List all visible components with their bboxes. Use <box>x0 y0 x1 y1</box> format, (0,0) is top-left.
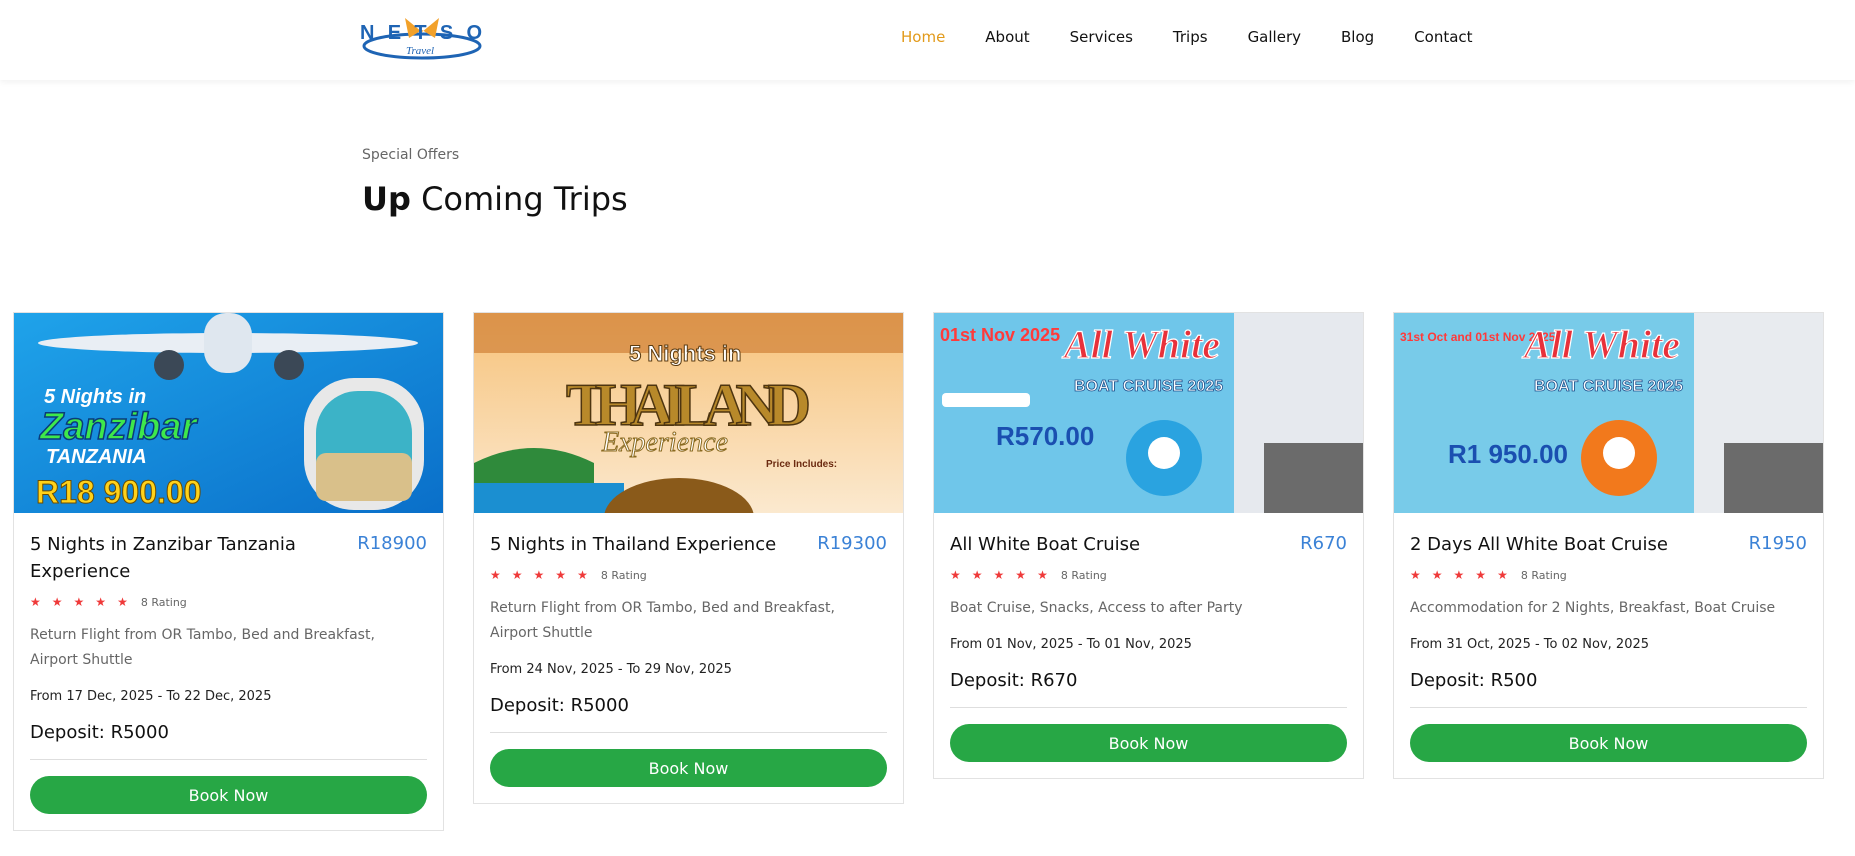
card-divider <box>1410 707 1807 708</box>
star-icon: ★ <box>73 595 85 609</box>
star-icon: ★ <box>490 568 501 582</box>
star-icon: ★ <box>971 568 983 582</box>
trip-title[interactable]: All White Boat Cruise <box>950 531 1140 558</box>
boat-img-line3: BOAT CRUISE 2025 <box>1074 378 1223 395</box>
trip-title[interactable]: 2 Days All White Boat Cruise <box>1410 531 1668 558</box>
trip-card-thailand: 5 Nights in THAILAND Experience Price In… <box>473 312 904 804</box>
boat-img-line2: All White <box>1061 322 1220 367</box>
trip-dates: From 31 Oct, 2025 - To 02 Nov, 2025 <box>1410 637 1650 652</box>
logo-text: NETSO <box>360 22 482 44</box>
boat-img-line1: 01st Nov 2025 <box>940 325 1060 345</box>
section-title-rest: Coming Trips <box>410 180 628 218</box>
star-icon: ★ <box>1453 568 1465 582</box>
zanzibar-img-line3: TANZANIA <box>46 446 147 468</box>
card-divider <box>950 707 1347 708</box>
trip-card-boat-cruise: 01st Nov 2025 All White BOAT CRUISE 2025… <box>933 312 1364 779</box>
nav-trips[interactable]: Trips <box>1173 28 1208 46</box>
star-icon: ★ <box>95 595 107 609</box>
trip-dates: From 24 Nov, 2025 - To 29 Nov, 2025 <box>490 662 732 677</box>
zanzibar-img-line2: Zanzibar <box>39 406 198 448</box>
card-divider <box>490 732 887 733</box>
star-icon: ★ <box>1475 568 1487 582</box>
star-icon: ★ <box>555 568 567 582</box>
star-icon: ★ <box>950 568 961 582</box>
section-eyebrow: Special Offers <box>362 147 460 163</box>
rating-text: 8 Rating <box>1520 568 1567 582</box>
rating-text: 8 Rating <box>140 595 187 609</box>
thailand-img-line4: Price Includes: <box>766 459 837 470</box>
logo-subtext: Travel <box>406 45 434 57</box>
card-divider <box>30 759 427 760</box>
star-icon: ★ <box>51 595 63 609</box>
trip-image-2day-boat-cruise[interactable]: 31st Oct and 01st Nov 2025 All White BOA… <box>1394 313 1823 513</box>
trip-image-thailand[interactable]: 5 Nights in THAILAND Experience Price In… <box>474 313 903 513</box>
boat2-img-line3: BOAT CRUISE 2025 <box>1534 378 1683 395</box>
trip-description: Return Flight from OR Tambo, Bed and Bre… <box>490 600 835 641</box>
trip-price: R18900 <box>357 533 427 554</box>
trip-rating: ★ ★ ★ ★ ★ 8 Rating <box>1410 568 1807 582</box>
star-icon: ★ <box>1015 568 1027 582</box>
star-icon: ★ <box>577 568 588 582</box>
book-now-button[interactable]: Book Now <box>1410 724 1807 762</box>
trip-description: Return Flight from OR Tambo, Bed and Bre… <box>30 627 375 668</box>
thailand-img-line1: 5 Nights in <box>629 341 741 366</box>
trip-card-zanzibar: 5 Nights in Zanzibar TANZANIA R18 900.00… <box>13 312 444 831</box>
star-icon: ★ <box>511 568 523 582</box>
zanzibar-img-line4: R18 900.00 <box>36 474 201 510</box>
trip-deposit: Deposit: R5000 <box>490 695 629 716</box>
thailand-img-line3: Experience <box>601 427 728 458</box>
section-title-bold: Up <box>362 180 411 218</box>
trip-title[interactable]: 5 Nights in Zanzibar Tanzania Experience <box>30 531 330 585</box>
nav-blog[interactable]: Blog <box>1341 28 1374 46</box>
trip-title[interactable]: 5 Nights in Thailand Experience <box>490 531 776 558</box>
star-icon: ★ <box>533 568 545 582</box>
star-icon: ★ <box>1431 568 1443 582</box>
trip-dates: From 17 Dec, 2025 - To 22 Dec, 2025 <box>30 689 272 704</box>
trip-price: R670 <box>1300 533 1347 554</box>
trip-description: Boat Cruise, Snacks, Access to after Par… <box>950 600 1243 616</box>
main-nav: Home About Services Trips Gallery Blog C… <box>901 28 1513 46</box>
book-now-button[interactable]: Book Now <box>950 724 1347 762</box>
trip-deposit: Deposit: R670 <box>950 670 1078 691</box>
star-icon: ★ <box>1410 568 1421 582</box>
boat-img-line4: R570.00 <box>996 421 1094 451</box>
section-title: Up Coming Trips <box>362 180 628 218</box>
book-now-button[interactable]: Book Now <box>490 749 887 787</box>
nav-gallery[interactable]: Gallery <box>1248 28 1301 46</box>
rating-text: 8 Rating <box>600 568 647 582</box>
star-icon: ★ <box>30 595 41 609</box>
trip-image-boat-cruise[interactable]: 01st Nov 2025 All White BOAT CRUISE 2025… <box>934 313 1363 513</box>
nav-home[interactable]: Home <box>901 28 945 46</box>
star-icon: ★ <box>1037 568 1048 582</box>
trip-rating: ★ ★ ★ ★ ★ 8 Rating <box>30 595 427 609</box>
top-navbar: NETSO Travel Home About Services Trips G… <box>0 0 1855 80</box>
trip-price: R1950 <box>1748 533 1807 554</box>
trip-deposit: Deposit: R500 <box>1410 670 1538 691</box>
star-icon: ★ <box>117 595 128 609</box>
trip-rating: ★ ★ ★ ★ ★ 8 Rating <box>950 568 1347 582</box>
trip-card-2day-boat-cruise: 31st Oct and 01st Nov 2025 All White BOA… <box>1393 312 1824 779</box>
nav-services[interactable]: Services <box>1070 28 1133 46</box>
nav-contact[interactable]: Contact <box>1414 28 1472 46</box>
trip-description: Accommodation for 2 Nights, Breakfast, B… <box>1410 600 1776 616</box>
book-now-button[interactable]: Book Now <box>30 776 427 814</box>
trip-deposit: Deposit: R5000 <box>30 722 169 743</box>
star-icon: ★ <box>1497 568 1508 582</box>
star-icon: ★ <box>993 568 1005 582</box>
trip-rating: ★ ★ ★ ★ ★ 8 Rating <box>490 568 887 582</box>
zanzibar-img-line1: 5 Nights in <box>44 386 146 408</box>
trip-dates: From 01 Nov, 2025 - To 01 Nov, 2025 <box>950 637 1192 652</box>
boat2-img-line4: R1 950.00 <box>1448 439 1568 469</box>
rating-text: 8 Rating <box>1060 568 1107 582</box>
trip-price: R19300 <box>817 533 887 554</box>
nav-about[interactable]: About <box>985 28 1029 46</box>
netso-travel-logo[interactable]: NETSO Travel <box>360 12 484 62</box>
boat2-img-line2: All White <box>1521 322 1680 367</box>
trip-image-zanzibar[interactable]: 5 Nights in Zanzibar TANZANIA R18 900.00 <box>14 313 443 513</box>
